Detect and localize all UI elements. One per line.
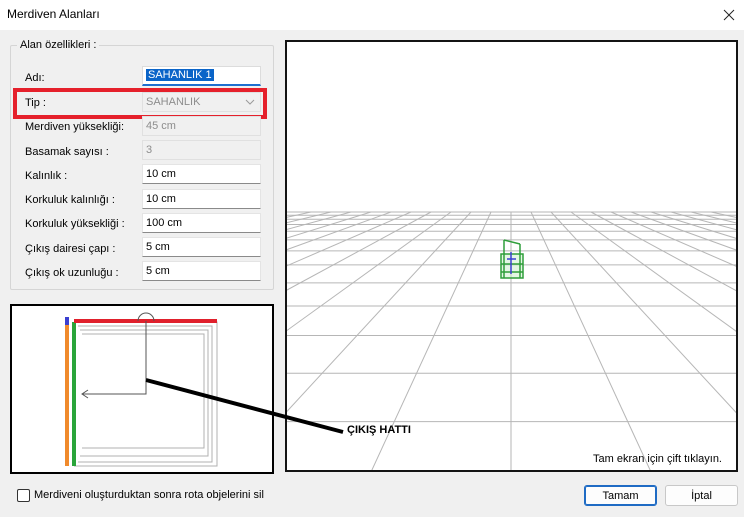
step-count-field: 3 bbox=[142, 140, 261, 160]
exit-arrow-value: 5 cm bbox=[146, 265, 170, 277]
exit-circle-label: Çıkış dairesi çapı : bbox=[25, 243, 116, 255]
stair-height-label: Merdiven yüksekliği: bbox=[25, 121, 125, 133]
exit-arrow-input[interactable]: 5 cm bbox=[142, 261, 261, 281]
rail-thickness-value: 10 cm bbox=[146, 193, 176, 205]
delete-route-checkbox[interactable] bbox=[17, 489, 30, 502]
step-count-value: 3 bbox=[146, 144, 153, 156]
exit-circle-value: 5 cm bbox=[146, 241, 170, 253]
rail-height-input[interactable]: 100 cm bbox=[142, 213, 261, 233]
fullscreen-hint: Tam ekran için çift tıklayın. bbox=[593, 453, 722, 465]
rail-thickness-label: Korkuluk kalınlığı : bbox=[25, 194, 115, 206]
name-input[interactable]: SAHANLIK 1 bbox=[142, 66, 261, 86]
thickness-value: 10 cm bbox=[146, 168, 176, 180]
ok-button-label: Tamam bbox=[602, 489, 639, 502]
properties-legend: Alan özellikleri : bbox=[17, 39, 100, 51]
cancel-button-label: İptal bbox=[691, 489, 712, 502]
thickness-input[interactable]: 10 cm bbox=[142, 164, 261, 184]
rail-thickness-input[interactable]: 10 cm bbox=[142, 189, 261, 209]
close-icon bbox=[723, 9, 735, 21]
stair-height-field: 45 cm bbox=[142, 116, 261, 136]
exit-line bbox=[82, 325, 147, 395]
3d-grid bbox=[0, 211, 744, 473]
type-highlight-box bbox=[13, 88, 267, 119]
stair-height-value: 45 cm bbox=[146, 120, 176, 132]
rail-height-value: 100 cm bbox=[146, 217, 183, 229]
ok-button[interactable]: Tamam bbox=[584, 485, 657, 506]
thickness-label: Kalınlık : bbox=[25, 170, 68, 182]
exit-arrow-label: Çıkış ok uzunluğu : bbox=[25, 267, 119, 279]
name-label: Adı: bbox=[25, 72, 45, 84]
plan-drawing bbox=[65, 312, 218, 467]
window-title: Merdiven Alanları bbox=[7, 7, 100, 21]
plan-preview[interactable] bbox=[10, 304, 274, 474]
cancel-button[interactable]: İptal bbox=[665, 485, 738, 506]
name-value: SAHANLIK 1 bbox=[146, 69, 214, 81]
rail-height-label: Korkuluk yüksekliği : bbox=[25, 218, 125, 230]
exit-circle-input[interactable]: 5 cm bbox=[142, 237, 261, 257]
close-button[interactable] bbox=[714, 0, 744, 30]
exit-line-annotation: ÇIKIŞ HATTI bbox=[347, 424, 411, 436]
step-count-label: Basamak sayısı : bbox=[25, 146, 109, 158]
3d-viewport[interactable]: Tam ekran için çift tıklayın. bbox=[0, 40, 744, 473]
title-bar: Merdiven Alanları bbox=[0, 0, 744, 30]
delete-route-label[interactable]: Merdiveni oluşturduktan sonra rota objel… bbox=[34, 489, 264, 501]
